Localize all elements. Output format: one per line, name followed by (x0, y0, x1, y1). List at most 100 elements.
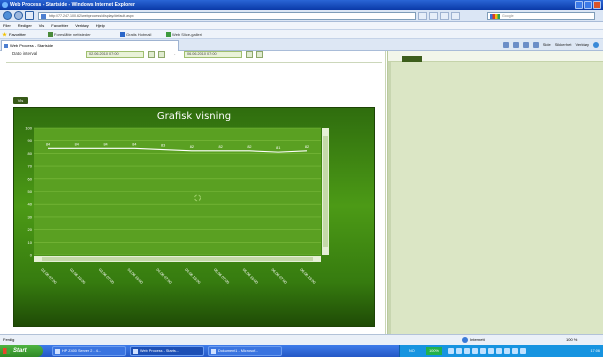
right-panel-scrollbar[interactable] (388, 62, 391, 334)
chart-panel: Grafisk visning 0 10 20 30 40 50 60 70 80 90 100 84… (13, 107, 375, 327)
sync-icon[interactable] (520, 348, 526, 354)
date-from-input[interactable]: 02.06.2010 07:00 (86, 51, 144, 58)
clock-icon[interactable] (256, 51, 263, 58)
command-bar: Side Sikkerhet Verktøy (502, 41, 599, 49)
calendar-icon[interactable] (246, 51, 253, 58)
command-tools[interactable]: Verktøy (575, 41, 589, 49)
start-button[interactable]: Start (0, 345, 43, 357)
close-button[interactable] (593, 1, 601, 9)
command-page[interactable]: Side (543, 41, 551, 49)
help-icon[interactable] (593, 42, 599, 48)
recent-pages-button[interactable] (25, 11, 34, 20)
data-label: 84 (103, 142, 107, 146)
taskbar-item-ie[interactable]: Web Process - Starts... (130, 346, 204, 356)
data-label: 82 (305, 145, 309, 149)
volume-indicator[interactable]: 100% (426, 347, 442, 355)
x-tick-label: 06.06 07:00 (270, 268, 287, 285)
plot-horizontal-scroll-thumb (42, 257, 313, 261)
feeds-icon[interactable] (512, 42, 519, 48)
y-tick-label: 50 (28, 189, 33, 194)
network-icon[interactable] (448, 348, 454, 354)
tab-web-process[interactable]: Web Process - Startside (1, 40, 179, 51)
favorites-button[interactable]: Favoritter (9, 30, 26, 39)
address-bar[interactable]: http://77.247.100.62/webprocess/display/… (38, 12, 416, 20)
battery-icon[interactable] (480, 348, 486, 354)
command-safety[interactable]: Sikkerhet (555, 41, 572, 49)
zone-label: Internett (470, 337, 485, 342)
windows-logo-icon (3, 348, 10, 354)
clock-icon[interactable] (158, 51, 165, 58)
mail-icon[interactable] (522, 42, 529, 48)
search-input[interactable]: Google (487, 12, 595, 20)
data-label: 82 (190, 145, 194, 149)
live-search-icon[interactable] (451, 12, 460, 20)
language-indicator[interactable]: NO (409, 345, 415, 357)
google-logo-icon (490, 14, 500, 19)
favorites-link-suggested[interactable]: Foreslåtte nettsteder (48, 30, 91, 39)
speaker-icon[interactable] (488, 348, 494, 354)
favorites-star-icon[interactable] (2, 32, 7, 37)
data-label: 81 (276, 146, 280, 150)
status-text: Ferdig (3, 337, 15, 342)
favorites-link-hotmail[interactable]: Gratis Hotmail (120, 30, 151, 39)
taskbar-item-server[interactable]: HP Z400 Server 2 - 4... (52, 346, 126, 356)
update-icon[interactable] (464, 348, 470, 354)
stop-icon[interactable] (440, 12, 449, 20)
ie-logo-icon (2, 2, 8, 8)
menu-view[interactable]: Vis (39, 22, 44, 29)
security-icon[interactable] (456, 348, 462, 354)
right-panel-header (388, 51, 603, 62)
date-to-input[interactable]: 06.06.2010 07:00 (184, 51, 242, 58)
status-bar: Ferdig Internett 100 % (0, 334, 603, 345)
x-tick-label: 05.06 19:00 (242, 268, 259, 285)
back-button[interactable] (3, 11, 12, 20)
maximize-button[interactable] (584, 1, 592, 9)
zoom-level[interactable]: 100 % (566, 335, 577, 345)
plot-vertical-scroll-thumb (323, 136, 328, 247)
menu-favorites[interactable]: Favoritter (51, 22, 68, 29)
address-url: http://77.247.100.62/webprocess/display/… (49, 14, 134, 18)
x-tick-label: 02.06 19:00 (69, 268, 86, 285)
security-zone[interactable]: Internett (462, 335, 485, 345)
antivirus-icon[interactable] (512, 348, 518, 354)
y-tick-label: 30 (28, 214, 33, 219)
show-button[interactable]: Vis (13, 97, 28, 104)
favorites-bar: Favoritter Foreslåtte nettsteder Gratis … (0, 30, 603, 39)
favorites-link-webslice[interactable]: Web Slice-galleri (166, 30, 202, 39)
address-tools (418, 12, 460, 20)
bluetooth-icon[interactable] (504, 348, 510, 354)
data-label: 82 (247, 145, 251, 149)
menu-file[interactable]: Filer (3, 22, 11, 29)
home-icon[interactable] (502, 42, 509, 48)
window-icon (55, 349, 60, 354)
data-label: 82 (219, 145, 223, 149)
calendar-icon[interactable] (148, 51, 155, 58)
search-placeholder: Google (502, 14, 514, 18)
x-tick-label: 04.06 07:00 (155, 268, 172, 285)
x-tick-label: 05.06 07:00 (213, 268, 230, 285)
right-panel-tab[interactable] (402, 56, 422, 62)
y-tick-label: 40 (28, 202, 33, 207)
taskbar-item-word[interactable]: Dokument1 - Microsof... (208, 346, 282, 356)
data-label: 84 (75, 142, 79, 146)
date-separator: - (174, 51, 176, 56)
clock: 17:06 (590, 349, 600, 353)
compatibility-icon[interactable] (418, 12, 427, 20)
minimize-button[interactable] (575, 1, 583, 9)
printer-icon[interactable] (496, 348, 502, 354)
forward-button[interactable] (14, 11, 23, 20)
menu-bar: Filer Rediger Vis Favoritter Verktøy Hje… (0, 22, 603, 30)
x-tick-label: 02.06 07:00 (40, 268, 57, 285)
y-tick-label: 100 (25, 126, 32, 131)
menu-help[interactable]: Hjelp (96, 22, 105, 29)
menu-tools[interactable]: Verktøy (75, 22, 89, 29)
line-chart: 0 10 20 30 40 50 60 70 80 90 100 84 84 84 84 83 82 82 82 81… (25, 126, 329, 285)
monitor-icon[interactable] (472, 348, 478, 354)
left-panel: Dato interval 02.06.2010 07:00 - 06.06.2… (0, 51, 386, 334)
globe-icon (462, 337, 468, 343)
print-icon[interactable] (532, 42, 539, 48)
y-tick-label: 60 (28, 176, 33, 181)
refresh-icon[interactable] (429, 12, 438, 20)
menu-edit[interactable]: Rediger (18, 22, 32, 29)
y-tick-label: 90 (28, 138, 33, 143)
